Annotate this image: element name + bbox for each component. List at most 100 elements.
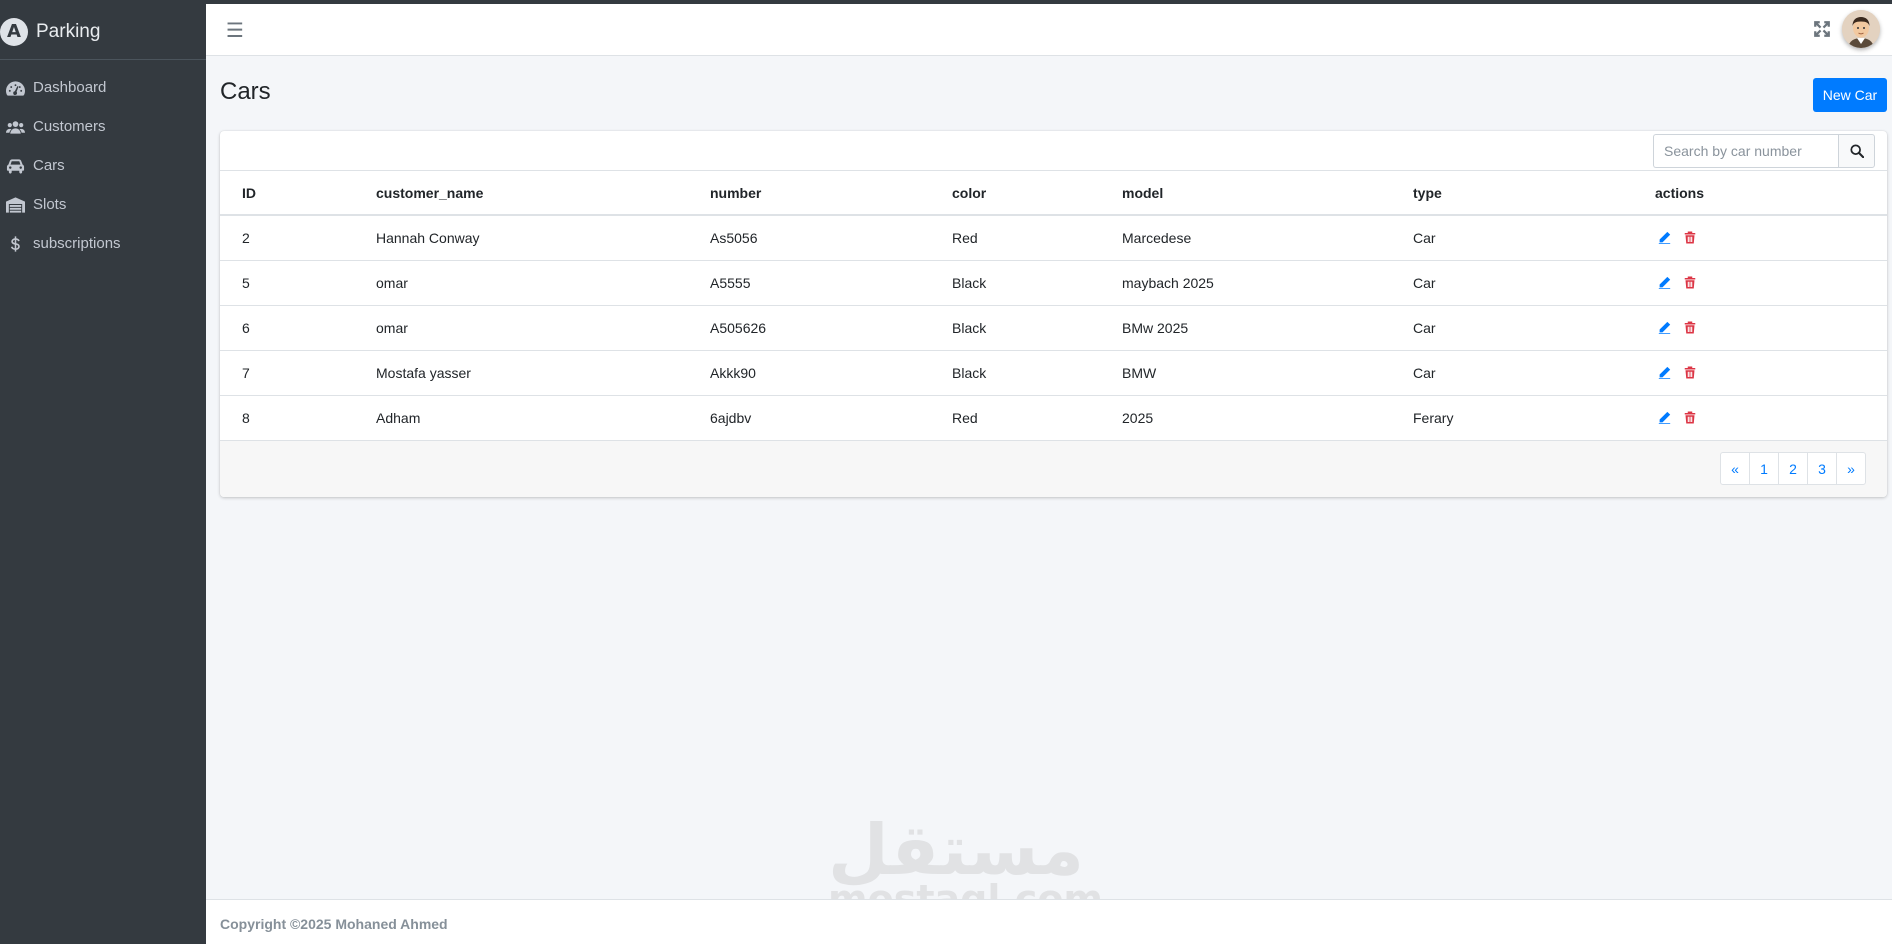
cell-id: 2	[220, 214, 376, 260]
new-car-button[interactable]: New Car	[1813, 78, 1887, 112]
cell-type: Ferary	[1413, 394, 1655, 440]
table-row: 6 omar A505626 Black BMw 2025 Car	[220, 304, 1887, 350]
column-header-id[interactable]: ID	[220, 171, 376, 216]
cell-customer-name: Hannah Conway	[376, 214, 710, 260]
copyright-text: Copyright ©2025 Mohaned Ahmed	[220, 916, 448, 932]
sidebar-item-cars[interactable]: Cars	[0, 146, 206, 185]
pencil-icon	[1658, 276, 1670, 289]
brand[interactable]: A Parking	[0, 4, 206, 60]
cell-customer-name: omar	[376, 259, 710, 305]
trash-icon	[1684, 411, 1696, 424]
edit-button[interactable]	[1655, 273, 1673, 291]
sidebar-item-label: Dashboard	[33, 79, 107, 96]
sidebar-item-label: Slots	[33, 196, 67, 213]
column-header-color[interactable]: color	[952, 171, 1122, 216]
delete-button[interactable]	[1681, 318, 1699, 336]
cell-customer-name: Adham	[376, 394, 710, 440]
pagination: « 1 2 3 »	[1720, 452, 1866, 485]
cell-id: 6	[220, 304, 376, 350]
sidebar-nav: Dashboard Customers Cars Slots subscript…	[0, 68, 206, 263]
cell-number: As5056	[710, 214, 952, 260]
dollar-icon	[10, 235, 20, 252]
column-header-customer-name[interactable]: customer_name	[376, 171, 710, 216]
page-footer: Copyright ©2025 Mohaned Ahmed	[206, 899, 1892, 944]
cars-table: ID customer_name number color model type…	[220, 171, 1887, 440]
table-header-row: ID customer_name number color model type…	[220, 171, 1887, 216]
column-header-type[interactable]: type	[1413, 171, 1655, 216]
cell-customer-name: omar	[376, 304, 710, 350]
column-header-model[interactable]: model	[1122, 171, 1413, 216]
cell-actions	[1655, 349, 1887, 395]
warehouse-icon	[6, 196, 25, 213]
pencil-icon	[1658, 231, 1670, 244]
table-row: 5 omar A5555 Black maybach 2025 Car	[220, 259, 1887, 305]
users-icon	[6, 120, 25, 134]
search-button[interactable]	[1838, 134, 1875, 168]
edit-button[interactable]	[1655, 409, 1673, 427]
card-header	[220, 131, 1887, 171]
cell-model: BMw 2025	[1122, 304, 1413, 350]
cars-card: ID customer_name number color model type…	[220, 131, 1887, 497]
table-row: 8 Adham 6ajdbv Red 2025 Ferary	[220, 394, 1887, 440]
avatar-icon	[1842, 10, 1880, 48]
trash-icon	[1684, 366, 1696, 379]
cell-actions	[1655, 394, 1887, 440]
cell-type: Car	[1413, 214, 1655, 260]
sidebar-item-subscriptions[interactable]: subscriptions	[0, 224, 206, 263]
car-icon	[6, 158, 25, 174]
delete-button[interactable]	[1681, 229, 1699, 247]
cell-color: Red	[952, 214, 1122, 260]
sidebar-item-dashboard[interactable]: Dashboard	[0, 68, 206, 107]
sidebar-item-customers[interactable]: Customers	[0, 107, 206, 146]
edit-button[interactable]	[1655, 318, 1673, 336]
cell-number: A5555	[710, 259, 952, 305]
cell-id: 8	[220, 394, 376, 440]
edit-button[interactable]	[1655, 363, 1673, 381]
cell-color: Black	[952, 259, 1122, 305]
search-icon	[1849, 144, 1864, 158]
cell-actions	[1655, 304, 1887, 350]
cell-type: Car	[1413, 349, 1655, 395]
cell-actions	[1655, 214, 1887, 260]
delete-button[interactable]	[1681, 273, 1699, 291]
column-header-actions: actions	[1655, 171, 1887, 216]
cell-customer-name: Mostafa yasser	[376, 349, 710, 395]
sidebar-item-label: subscriptions	[33, 235, 121, 252]
pencil-icon	[1658, 321, 1670, 334]
cell-model: Marcedese	[1122, 214, 1413, 260]
delete-button[interactable]	[1681, 363, 1699, 381]
cell-type: Car	[1413, 259, 1655, 305]
page-1-button[interactable]: 1	[1749, 452, 1779, 485]
trash-icon	[1684, 276, 1696, 289]
pencil-icon	[1658, 366, 1670, 379]
table-row: 2 Hannah Conway As5056 Red Marcedese Car	[220, 214, 1887, 260]
trash-icon	[1684, 321, 1696, 334]
page-2-button[interactable]: 2	[1778, 452, 1808, 485]
user-avatar[interactable]	[1842, 10, 1880, 48]
card-footer: « 1 2 3 »	[220, 440, 1887, 497]
page-next-button[interactable]: »	[1836, 452, 1866, 485]
top-navbar: ☰	[206, 4, 1892, 56]
cell-id: 5	[220, 259, 376, 305]
expand-icon[interactable]	[1813, 20, 1831, 38]
sidebar-item-label: Cars	[33, 157, 65, 174]
cell-number: 6ajdbv	[710, 394, 952, 440]
brand-logo-icon: A	[0, 17, 28, 46]
sidebar-item-slots[interactable]: Slots	[0, 185, 206, 224]
cell-id: 7	[220, 349, 376, 395]
cell-type: Car	[1413, 304, 1655, 350]
cell-model: 2025	[1122, 394, 1413, 440]
cell-number: Akkk90	[710, 349, 952, 395]
page-3-button[interactable]: 3	[1807, 452, 1837, 485]
cell-color: Black	[952, 349, 1122, 395]
page-prev-button[interactable]: «	[1720, 452, 1750, 485]
page-title: Cars	[220, 78, 271, 105]
search-input[interactable]	[1653, 134, 1838, 168]
column-header-number[interactable]: number	[710, 171, 952, 216]
cell-model: maybach 2025	[1122, 259, 1413, 305]
sidebar-item-label: Customers	[33, 118, 106, 135]
search-group	[1653, 134, 1875, 168]
edit-button[interactable]	[1655, 229, 1673, 247]
hamburger-icon[interactable]: ☰	[226, 20, 244, 40]
delete-button[interactable]	[1681, 409, 1699, 427]
